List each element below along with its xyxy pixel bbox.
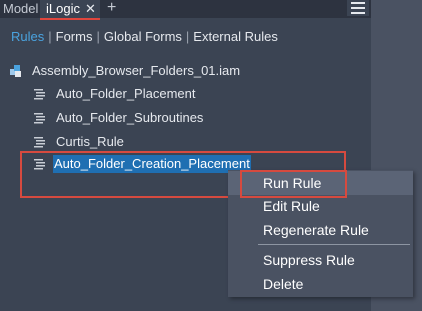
menu-item-delete[interactable]: Delete: [228, 272, 413, 296]
add-tab-icon[interactable]: +: [107, 0, 116, 17]
tree-item-label: Curtis_Rule: [56, 134, 124, 149]
active-tab-underline: [40, 18, 100, 20]
subtab-separator: |: [185, 29, 190, 44]
subtab-separator: |: [48, 29, 52, 44]
rule-icon: [34, 89, 45, 100]
menu-item-regenerate-rule[interactable]: Regenerate Rule: [228, 218, 413, 242]
subtab-global-forms[interactable]: Global Forms: [104, 29, 182, 44]
rule-icon: [34, 113, 45, 124]
tree-item-label: Auto_Folder_Subroutines: [56, 110, 204, 125]
tab-model[interactable]: Model: [3, 0, 38, 18]
subtab-forms[interactable]: Forms: [56, 29, 93, 44]
hamburger-menu-icon[interactable]: [347, 0, 369, 16]
rule-icon: [34, 137, 45, 148]
tree-root-label: Assembly_Browser_Folders_01.iam: [32, 63, 241, 78]
tab-ilogic[interactable]: iLogic ✕: [40, 0, 100, 20]
run-rule-highlight-frame: [240, 170, 347, 198]
subtab-rules[interactable]: Rules: [11, 29, 44, 44]
tab-bar: Model iLogic ✕ +: [0, 0, 422, 20]
subtab-separator: |: [96, 29, 100, 44]
menu-divider: [258, 244, 410, 245]
assembly-icon: [10, 65, 21, 77]
tab-ilogic-label: iLogic: [46, 1, 80, 16]
close-icon[interactable]: ✕: [85, 0, 96, 18]
menu-item-suppress-rule[interactable]: Suppress Rule: [228, 248, 413, 272]
subtab-bar: Rules | Forms | Global Forms | External Rules: [11, 29, 278, 45]
subtab-external-rules[interactable]: External Rules: [193, 29, 278, 44]
tree-item-label: Auto_Folder_Placement: [56, 86, 196, 101]
